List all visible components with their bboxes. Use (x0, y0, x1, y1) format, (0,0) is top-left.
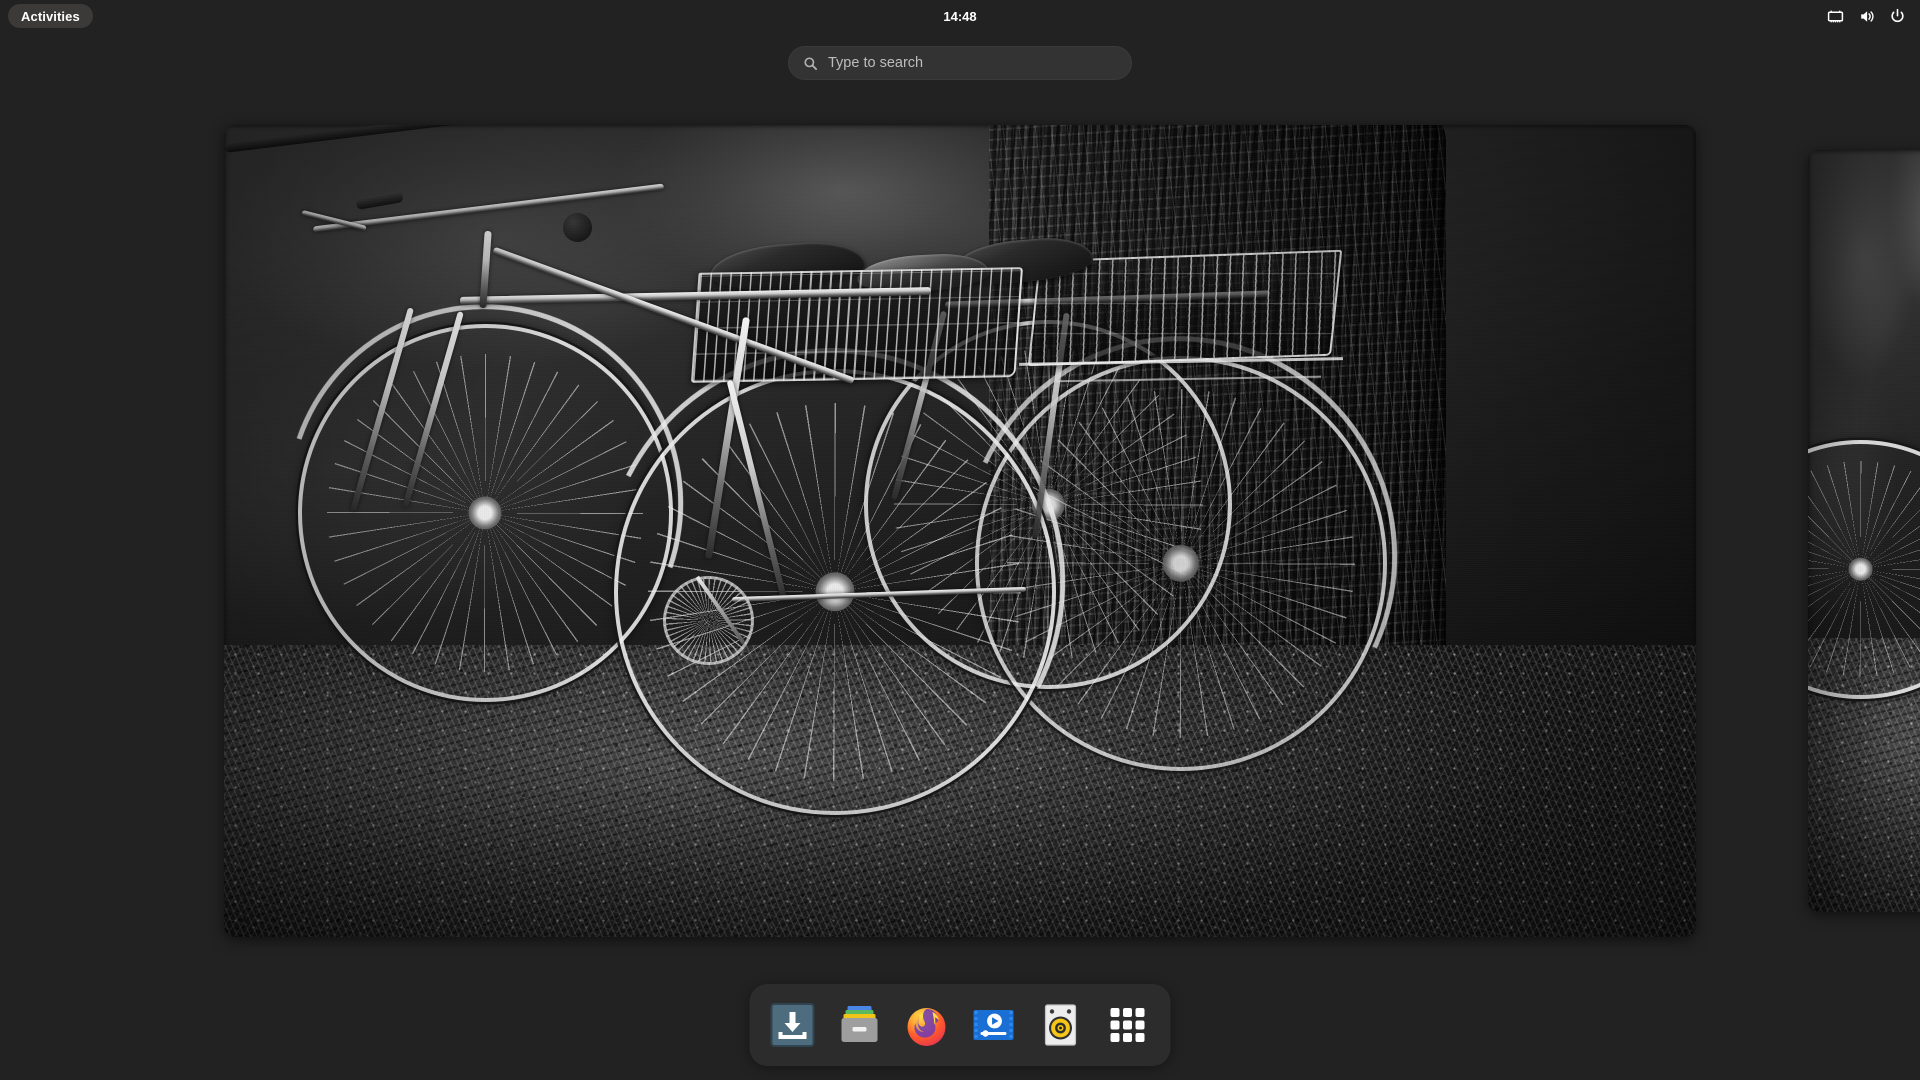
activities-button[interactable]: Activities (8, 4, 93, 28)
bicycle-photograph (224, 125, 1696, 937)
clock-label: 14:48 (943, 9, 976, 24)
window-thumb-secondary[interactable] (1808, 150, 1920, 912)
search-input[interactable]: Type to search (788, 46, 1132, 80)
clock-button[interactable]: 14:48 (933, 0, 986, 32)
firefox-icon[interactable] (900, 998, 954, 1052)
volume-icon[interactable] (1858, 8, 1875, 25)
bicycle-bell (563, 213, 592, 242)
window-picker (0, 110, 1920, 950)
activities-label: Activities (21, 9, 80, 24)
network-wired-icon[interactable] (1827, 8, 1844, 25)
music-player-icon[interactable] (1034, 998, 1088, 1052)
software-installer-icon[interactable] (766, 998, 820, 1052)
video-player-icon[interactable] (967, 998, 1021, 1052)
window-thumb-primary[interactable] (224, 125, 1696, 937)
dash-dock (750, 984, 1171, 1066)
search-placeholder: Type to search (828, 55, 923, 71)
app-grid-icon[interactable] (1101, 998, 1155, 1052)
status-menu-button[interactable] (1821, 0, 1912, 32)
top-bar: Activities 14:48 (0, 0, 1920, 32)
file-manager-icon[interactable] (833, 998, 887, 1052)
bicycle-wheel (1808, 440, 1920, 699)
search-icon (803, 56, 818, 71)
bicycle-photograph-partial (1808, 150, 1920, 912)
power-icon[interactable] (1889, 8, 1906, 25)
